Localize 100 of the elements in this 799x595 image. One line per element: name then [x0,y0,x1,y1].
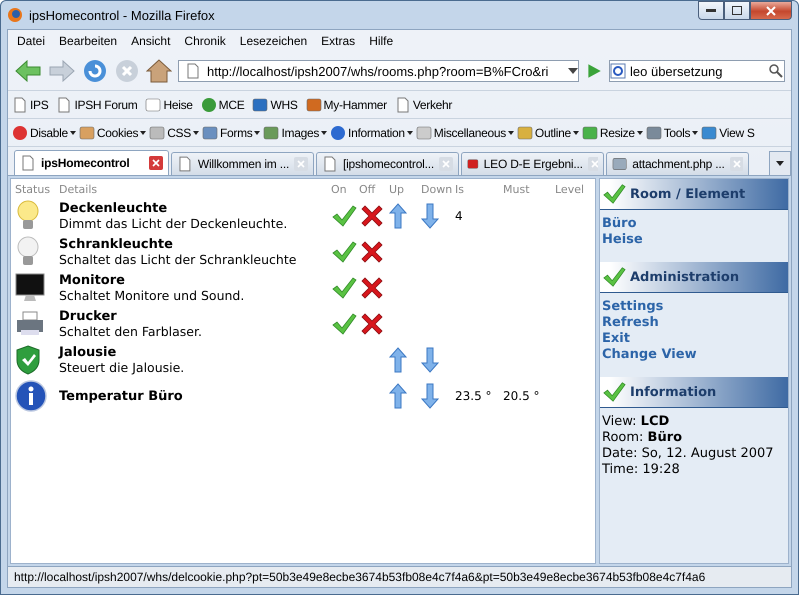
info-line: Time: 19:28 [602,462,681,478]
check-icon[interactable] [331,311,357,337]
device-description: Schaltet Monitore und Sound. [59,288,246,303]
caret-icon [406,130,413,134]
device-name: Monitore [59,273,126,288]
close-icon [766,6,776,16]
page-icon [12,96,28,112]
caret-icon [692,130,698,134]
close-icon[interactable] [359,203,385,229]
check-icon[interactable] [331,203,357,229]
page-icon [56,96,72,112]
tab[interactable]: ipsHomecontrol [14,150,169,175]
column-header: On [331,183,348,198]
down-arrow-icon[interactable] [421,203,439,229]
maximize-button[interactable] [724,1,750,20]
menu-item[interactable]: Lesezeichen [232,34,314,48]
toolbar-menu[interactable]: View S [701,124,755,140]
sidebar-link[interactable]: Settings [602,299,786,315]
caret-icon [70,130,76,134]
caret-icon [776,161,784,166]
bookmark[interactable]: IPSH Forum [56,96,138,112]
toolbar-menu[interactable]: Disable [12,124,76,140]
tab[interactable]: Willkommen im ... [171,152,314,175]
page-icon [394,96,411,112]
caret-icon [572,130,579,134]
column-header: Level [555,183,586,198]
toolbar-menu[interactable]: Outline [516,124,579,140]
bookmark[interactable]: IPS [12,96,48,112]
up-arrow-icon[interactable] [389,203,407,229]
sidebar-link[interactable]: Exit [602,331,786,347]
status-text: http://localhost/ipsh2007/whs/delcookie.php?pt=50b3e49e8ecbe3674b53fb08e4c7f4a6&pt=50b3e49e8ecbe3674b53fb08e4c7f4a6 [14,570,706,584]
tab[interactable]: attachment.php ... [606,152,749,175]
device-description: Dimmt das Licht der Deckenleuchte. [59,216,288,231]
column-header: Must [503,183,531,198]
check-icon[interactable] [331,239,357,265]
toolbar-menu[interactable]: Forms [202,124,260,140]
checkmark-icon [602,182,626,206]
check-icon[interactable] [331,275,357,301]
sidebar-link[interactable]: Change View [602,347,786,363]
bookmark[interactable]: WHS [252,96,298,112]
column-header: Off [359,183,376,198]
close-icon[interactable] [359,311,385,337]
address-field[interactable]: http://localhost/ipsh2007/whs/rooms.php?room=B%FCro&ri [178,60,579,82]
caret-icon [321,130,328,134]
bookmark[interactable]: My-Hammer [306,96,387,112]
column-header: Is [455,183,465,198]
toolbar-menu[interactable]: Miscellaneous [416,124,514,140]
toolbar-menu[interactable]: CSS [149,124,199,140]
caret-icon [636,130,643,134]
caret-icon [508,130,514,134]
maximize-icon [732,6,742,15]
tab-list-button[interactable] [769,151,791,175]
tab[interactable]: LEO D-E Ergebni... [461,152,604,175]
column-header: Up [389,183,406,198]
column-header: Status [15,183,52,198]
menu-item[interactable]: Bearbeiten [52,34,124,48]
down-arrow-icon[interactable] [421,383,439,409]
sidebar-link[interactable]: Refresh [602,315,786,331]
toolbar-menu[interactable]: Cookies [78,124,146,140]
search-icon[interactable] [768,63,784,79]
menu-item[interactable]: Chronik [177,34,233,48]
device-description: Schaltet den Farblaser. [59,324,203,339]
bookmark[interactable]: Verkehr [394,96,452,112]
back-icon[interactable] [14,59,42,83]
reload-icon[interactable] [82,58,108,84]
device-description: Schaltet das Licht der Schrankleuchte [59,252,298,267]
toolbar-menu[interactable]: Images [263,124,328,140]
bookmark[interactable]: Heise [145,96,193,112]
menu-item[interactable]: Hilfe [362,34,400,48]
toolbar-menu[interactable]: Tools [646,124,698,140]
device-name: Schrankleuchte [59,237,174,252]
checkmark-icon [602,380,626,404]
up-arrow-icon[interactable] [389,347,407,373]
sidebar-link[interactable]: Heise [602,232,786,248]
caret-icon [192,130,199,134]
close-icon[interactable] [149,156,163,170]
minimize-button[interactable] [698,1,724,20]
search-field[interactable]: leo übersetzung [609,60,785,82]
tab[interactable]: [ipshomecontrol... [316,152,459,175]
toolbar-menu[interactable]: Resize [582,124,643,140]
dropdown-icon[interactable] [568,68,578,74]
close-icon[interactable] [359,239,385,265]
firefox-icon [7,7,23,23]
sidebar-link[interactable]: Büro [602,216,786,232]
caret-icon [254,130,260,134]
device-name: Jalousie [59,345,118,360]
menu-item[interactable]: Ansicht [124,34,178,48]
page-icon [20,155,36,171]
up-arrow-icon[interactable] [389,383,407,409]
bookmark[interactable]: MCE [200,96,244,112]
section-header: Room / Element [600,179,788,210]
must-value: 20.5 ° [503,389,540,403]
down-arrow-icon[interactable] [421,347,439,373]
section-header: Information [600,377,788,408]
close-button[interactable] [750,1,792,20]
menu-item[interactable]: Extras [314,34,362,48]
toolbar-menu[interactable]: Information [330,124,413,140]
home-icon[interactable] [146,58,172,84]
close-icon[interactable] [359,275,385,301]
menu-item[interactable]: Datei [10,34,52,48]
